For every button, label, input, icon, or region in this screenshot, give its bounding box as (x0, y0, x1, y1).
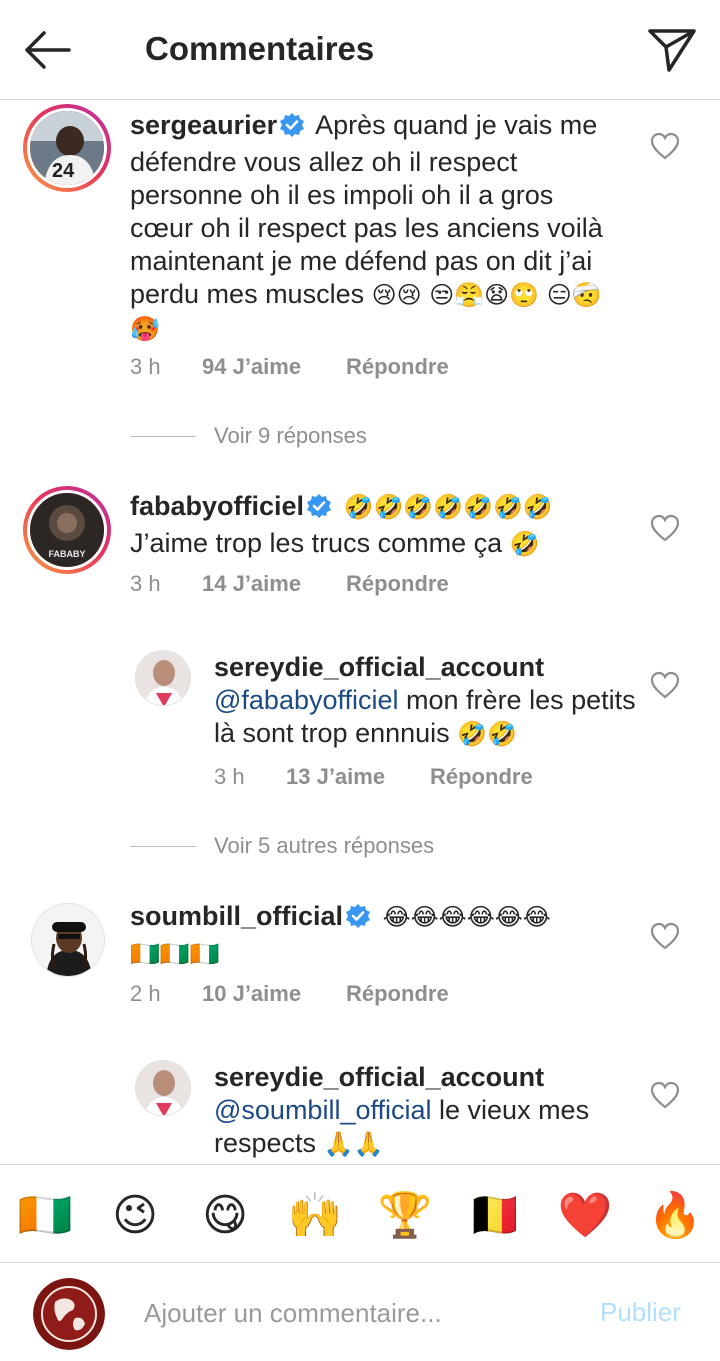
comment-username[interactable]: fababyofficiel (130, 491, 304, 521)
reply-button[interactable]: Répondre (346, 354, 449, 380)
view-replies-label: Voir 9 réponses (214, 423, 367, 448)
reply-button[interactable]: Répondre (346, 981, 449, 1007)
verified-badge-icon (306, 493, 332, 527)
comment-likes[interactable]: 10 J’aime (202, 981, 346, 1007)
ivory-coast-flag-emoji-button[interactable]: 🇨🇮 (15, 1185, 75, 1245)
comment-emojis: 🤣 (509, 530, 540, 558)
comment-likes[interactable]: 14 J’aime (202, 571, 346, 597)
comment-time: 3 h (214, 764, 245, 789)
comment-time: 3 h (130, 571, 161, 596)
comment-text: sereydie_official_account @soumbill_offi… (214, 1061, 644, 1161)
page-title: Commentaires (145, 30, 375, 67)
wink-emoji-button[interactable]: 😉 (105, 1185, 165, 1245)
red-heart-emoji-button[interactable]: ❤️ (555, 1185, 615, 1245)
avatar[interactable]: FABABY (23, 486, 111, 574)
comment-emojis-inline: 🤣🤣🤣🤣🤣🤣🤣 (343, 493, 553, 521)
comment-body: J’aime trop les trucs comme ça (130, 528, 503, 558)
svg-text:24: 24 (52, 160, 75, 182)
comment-meta: 3 h 13 J’aime Répondre (214, 764, 533, 790)
like-heart-icon[interactable] (650, 1081, 680, 1109)
fire-emoji-button[interactable]: 🔥 (645, 1185, 705, 1245)
avatar[interactable] (135, 650, 191, 706)
direct-send-icon[interactable] (645, 25, 699, 75)
yum-emoji-button[interactable]: 😋 (195, 1185, 255, 1245)
my-avatar (33, 1278, 105, 1350)
belgium-flag-emoji-button[interactable]: 🇧🇪 (465, 1185, 525, 1245)
comment-text: fababyofficiel 🤣🤣🤣🤣🤣🤣🤣 J’aime trop les t… (130, 490, 620, 561)
view-replies-label: Voir 5 autres réponses (214, 833, 435, 858)
divider-line (130, 435, 196, 437)
verified-badge-icon (345, 903, 371, 937)
comment-username[interactable]: sereydie_official_account (214, 652, 544, 682)
emoji-quick-bar: 🇨🇮 😉 😋 🙌 🏆 🇧🇪 ❤️ 🔥 (0, 1164, 720, 1262)
comment-emojis-inline: 😂😂😂😂😂😂 (382, 903, 551, 931)
comment-username[interactable]: soumbill_official (130, 901, 343, 931)
comment-likes[interactable]: 94 J’aime (202, 354, 346, 380)
reply-button[interactable]: Répondre (346, 571, 449, 597)
avatar[interactable] (135, 1060, 191, 1116)
comment-meta: 3 h 94 J’aime Répondre (130, 354, 449, 380)
comment-text: soumbill_official 😂😂😂😂😂😂 🇨🇮🇨🇮🇨🇮 (130, 900, 620, 971)
verified-badge-icon (279, 112, 305, 146)
view-replies-button[interactable]: Voir 5 autres réponses (130, 833, 434, 859)
comment-username[interactable]: sereydie_official_account (214, 1062, 544, 1092)
comment-meta: 2 h 10 J’aime Répondre (130, 981, 449, 1007)
back-arrow-icon[interactable] (22, 28, 72, 72)
like-heart-icon[interactable] (650, 132, 680, 160)
divider-line (130, 845, 196, 847)
comment-emojis: 🤣🤣 (457, 720, 517, 748)
mention-link[interactable]: @soumbill_official (214, 1095, 432, 1125)
svg-text:FABABY: FABABY (48, 549, 85, 559)
reply-button[interactable]: Répondre (430, 764, 533, 790)
comment-time: 2 h (130, 981, 161, 1006)
top-bar: Commentaires (0, 0, 720, 100)
comment-meta: 3 h 14 J’aime Répondre (130, 571, 449, 597)
comment-composer: Publier (0, 1262, 720, 1361)
comment-emojis: 🙏🙏 (323, 1130, 384, 1158)
trophy-emoji-button[interactable]: 🏆 (375, 1185, 435, 1245)
view-replies-button[interactable]: Voir 9 réponses (130, 423, 367, 449)
publish-button[interactable]: Publier (600, 1297, 681, 1328)
raised-hands-emoji-button[interactable]: 🙌 (285, 1185, 345, 1245)
like-heart-icon[interactable] (650, 671, 680, 699)
mention-link[interactable]: @fababyofficiel (214, 685, 399, 715)
avatar[interactable]: 24 (23, 104, 111, 192)
comment-input[interactable] (144, 1293, 564, 1333)
comment-emojis: 🇨🇮🇨🇮🇨🇮 (130, 940, 220, 968)
comment-time: 3 h (130, 354, 161, 379)
comment-text: sereydie_official_account @fababyofficie… (214, 651, 644, 751)
comment-likes[interactable]: 13 J’aime (286, 764, 430, 790)
like-heart-icon[interactable] (650, 514, 680, 542)
like-heart-icon[interactable] (650, 922, 680, 950)
comment-text: sergeaurier Après quand je vais me défen… (130, 109, 620, 346)
comments-list[interactable]: 24 sergeaurier Après quand je vais me dé… (0, 100, 720, 1164)
avatar[interactable] (31, 903, 105, 977)
comment-username[interactable]: sergeaurier (130, 110, 277, 140)
